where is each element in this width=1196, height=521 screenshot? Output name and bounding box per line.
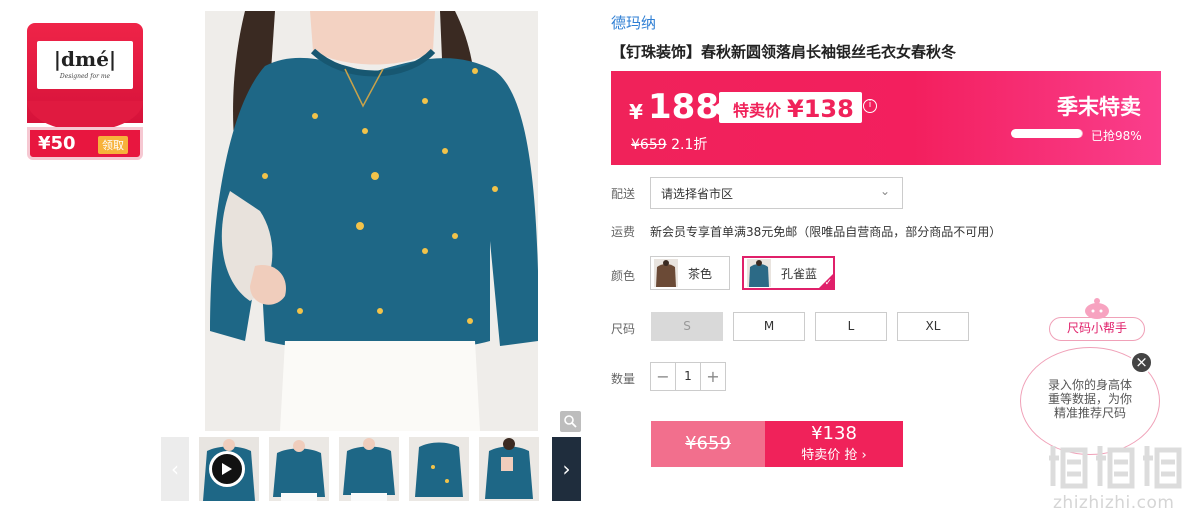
size-label: 尺码	[611, 322, 636, 336]
thumbnail-image[interactable]	[339, 437, 399, 501]
color-option-label: 茶色	[688, 266, 713, 281]
thumbnail-next-arrow[interactable]: ›	[552, 437, 581, 501]
size-option-xl[interactable]: XL	[897, 312, 969, 341]
sold-progress-fill	[1011, 129, 1082, 138]
promo-banner: ¥ 188 特卖价 ¥138 i ¥659 2.1折 季末特卖 已抢98%	[611, 71, 1161, 165]
region-select[interactable]: 请选择省市区 ⌄	[650, 177, 903, 209]
original-price: ¥659	[631, 137, 667, 153]
thumbnail-image[interactable]	[409, 437, 469, 501]
sold-percent-text: 已抢98%	[1091, 129, 1142, 143]
size-option-l[interactable]: L	[815, 312, 887, 341]
brand-logo: |dmé| Designed for me	[37, 41, 133, 89]
quantity-increase-button[interactable]: +	[701, 363, 725, 390]
brand-logo-tagline: Designed for me	[59, 73, 111, 80]
thumbnail-prev-arrow[interactable]: ‹	[161, 437, 189, 501]
color-option-selected[interactable]: 孔雀蓝 ✓	[742, 256, 835, 290]
mascot-icon	[1085, 298, 1109, 319]
buy-original-price-value: ¥659	[685, 433, 731, 454]
coupon-amount: ¥50	[38, 133, 76, 154]
quantity-stepper: − 1 +	[650, 362, 726, 391]
sweater-photo	[205, 11, 538, 431]
sale-price: 188	[648, 87, 719, 127]
season-sale-label: 季末特卖	[1057, 95, 1141, 119]
chevron-down-icon: ⌄	[879, 184, 890, 198]
color-swatch	[654, 259, 678, 287]
main-product-image[interactable]	[205, 11, 538, 431]
brand-link[interactable]: 德玛纳	[611, 12, 656, 33]
check-icon: ✓	[824, 278, 832, 288]
brand-logo-text: |dmé|	[53, 47, 117, 71]
discount-text: 2.1折	[671, 137, 708, 153]
original-price-row: ¥659 2.1折	[631, 134, 707, 154]
region-select-value: 请选择省市区	[661, 187, 734, 201]
size-helper-text: 录入你的身高体重等数据，为你精准推荐尺码	[1047, 378, 1132, 420]
close-icon[interactable]: ×	[1130, 351, 1153, 374]
size-helper-tag[interactable]: 尺码小帮手	[1049, 317, 1145, 341]
quantity-decrease-button[interactable]: −	[651, 363, 675, 390]
watermark-url: zhizhizhi.com	[1053, 493, 1175, 513]
info-icon[interactable]: i	[863, 99, 877, 113]
color-label: 颜色	[611, 269, 636, 283]
zoom-icon[interactable]	[560, 411, 581, 432]
buy-price: ¥138	[811, 423, 857, 444]
buy-action-label: 特卖价 抢 ›	[801, 448, 867, 463]
color-option-label: 孔雀蓝	[781, 266, 818, 281]
fee-label: 运费	[611, 225, 636, 239]
product-title: 【钉珠装饰】春秋新圆领落肩长袖银丝毛衣女春秋冬	[611, 43, 957, 61]
coupon-footer: ¥50 领取	[27, 127, 143, 160]
special-price-label: 特卖价	[733, 100, 782, 120]
thumbnail-image[interactable]	[479, 437, 539, 501]
price-currency: ¥	[629, 100, 643, 124]
color-swatch	[747, 259, 771, 287]
thumbnail-strip: ‹ ›	[161, 437, 581, 501]
sold-progress-bar	[1011, 129, 1083, 138]
size-option-m[interactable]: M	[733, 312, 805, 341]
fee-text: 新会员专享首单满38元免邮（限唯品自营商品，部分商品不可用）	[650, 225, 1002, 239]
thumbnail-image[interactable]	[269, 437, 329, 501]
thumbnail-video[interactable]	[199, 437, 259, 501]
shipping-label: 配送	[611, 187, 636, 201]
quantity-value[interactable]: 1	[675, 363, 701, 390]
buy-original-price: ¥659	[651, 421, 765, 467]
buy-now-button[interactable]: ¥138 特卖价 抢 ›	[765, 421, 903, 467]
coupon-header: |dmé| Designed for me	[27, 23, 143, 131]
color-option[interactable]: 茶色	[650, 256, 730, 290]
brand-coupon[interactable]: |dmé| Designed for me ¥50 领取	[27, 23, 143, 160]
coupon-claim-button[interactable]: 领取	[98, 136, 128, 154]
play-icon[interactable]	[209, 451, 245, 487]
special-price-value: ¥138	[787, 94, 854, 123]
special-price-tag: 特卖价 ¥138	[711, 92, 862, 123]
size-option-s[interactable]: S	[651, 312, 723, 341]
quantity-label: 数量	[611, 372, 636, 386]
